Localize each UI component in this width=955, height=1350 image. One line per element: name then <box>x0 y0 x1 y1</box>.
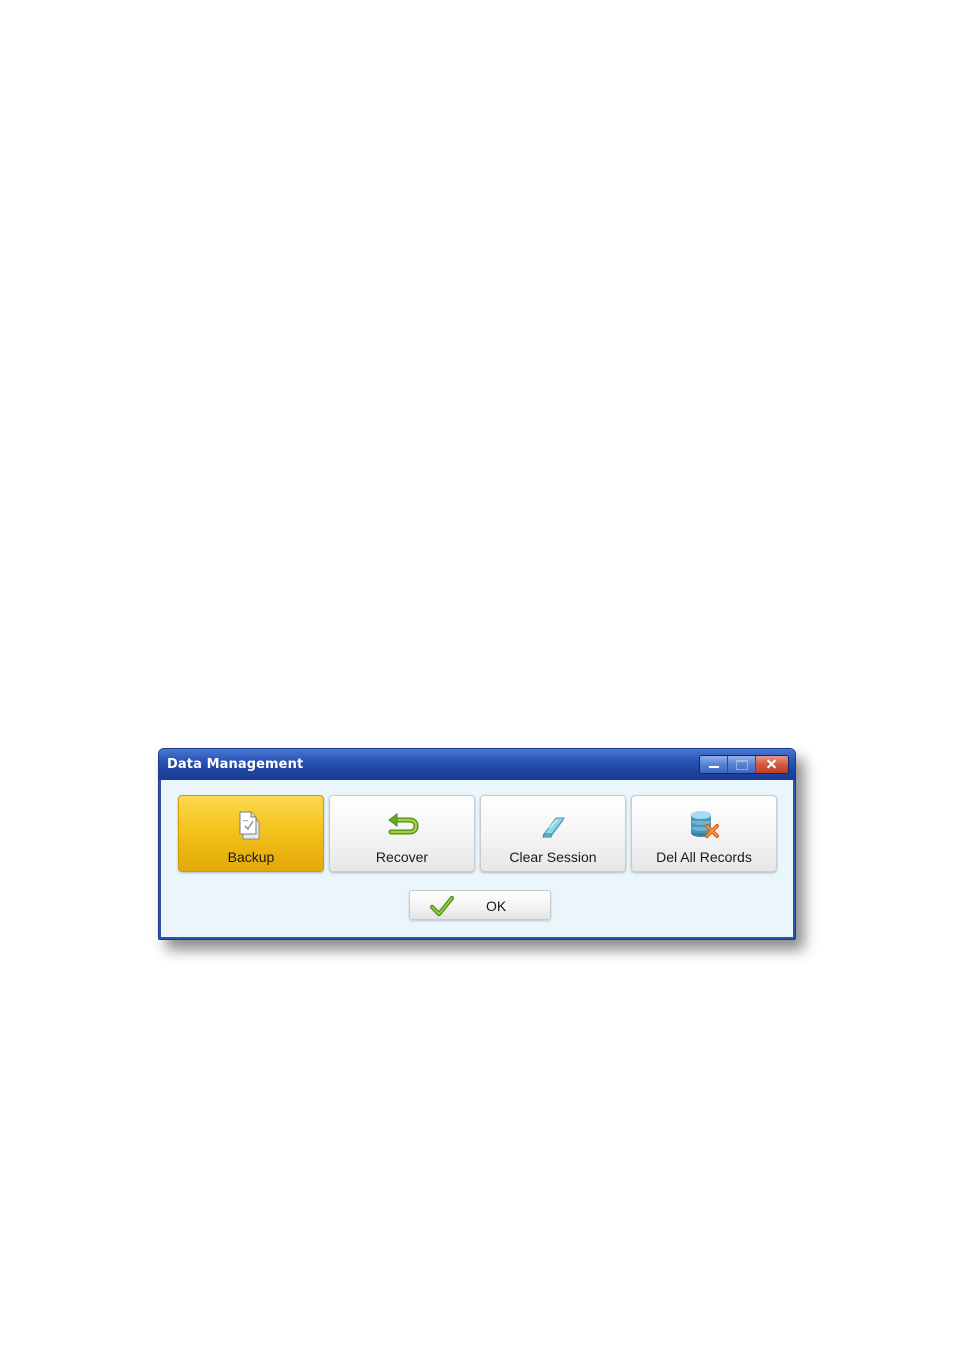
window-controls <box>699 755 789 774</box>
clear-session-label: Clear Session <box>509 849 597 865</box>
close-button[interactable] <box>756 756 788 773</box>
backup-label: Backup <box>227 849 275 865</box>
recover-button[interactable]: Recover <box>329 795 475 872</box>
ok-label: OK <box>486 898 507 914</box>
backup-button[interactable]: Backup <box>178 795 324 872</box>
checkmark-icon <box>430 895 454 917</box>
window-title: Data Management <box>167 757 304 772</box>
title-bar[interactable]: Data Management <box>159 749 795 780</box>
clear-session-button[interactable]: Clear Session <box>480 795 626 872</box>
data-management-dialog: Data Management Backup Recover Clear Ses… <box>158 748 796 940</box>
del-all-records-button[interactable]: Del All Records <box>631 795 777 872</box>
backup-document-icon <box>239 811 260 840</box>
ok-button[interactable]: OK <box>409 890 551 920</box>
del-all-records-label: Del All Records <box>656 849 752 865</box>
action-tiles: Backup Recover Clear Session Del All Rec… <box>178 795 777 872</box>
database-delete-icon <box>691 811 719 838</box>
dialog-content: Backup Recover Clear Session Del All Rec… <box>159 780 795 939</box>
recover-label: Recover <box>375 849 429 865</box>
return-arrow-icon <box>388 813 419 835</box>
maximize-button[interactable] <box>728 756 756 773</box>
eraser-icon <box>542 817 565 838</box>
minimize-button[interactable] <box>700 756 728 773</box>
